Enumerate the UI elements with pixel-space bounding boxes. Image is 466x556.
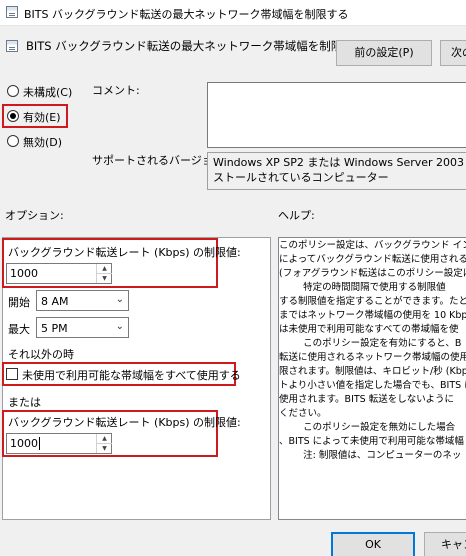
start-time-select[interactable]: 8 AM ⌄ [36, 290, 129, 311]
use-all-bandwidth-checkbox[interactable] [6, 368, 18, 380]
chevron-down-icon: ⌄ [115, 321, 124, 332]
spin-down-icon[interactable]: ▼ [97, 274, 112, 284]
spinner-arrows: ▲ ▼ [96, 264, 112, 284]
use-all-bandwidth-label: 未使用で利用可能な帯域幅をすべて使用する [22, 369, 241, 382]
spinner-arrows: ▲ ▼ [96, 434, 112, 454]
disabled-label: 無効(D) [23, 136, 63, 149]
window-title: BITS バックグラウンド転送の最大ネットワーク帯域幅を制限する [24, 8, 349, 21]
help-line: 注: 制限値は、コンピューターのネッ [279, 450, 462, 461]
help-line: このポリシー設定は、バックグラウンド インテリ [279, 240, 466, 251]
help-line: ください。 [279, 408, 327, 419]
help-line: 使用されます。BITS 転送をしないように [279, 394, 455, 405]
end-label: 最大 [8, 323, 30, 336]
help-line: する制限値を指定することができます。たとえ [279, 296, 466, 307]
spin-down-icon[interactable]: ▼ [97, 444, 112, 454]
start-label: 開始 [8, 296, 30, 309]
help-line: は未使用で利用可能なすべての帯域幅を使 [279, 324, 459, 335]
next-setting-button[interactable]: 次の [440, 40, 466, 66]
comment-label: コメント: [92, 84, 140, 97]
not-configured-radio[interactable] [7, 85, 19, 97]
policy-title: BITS バックグラウンド転送の最大ネットワーク帯域幅を制限する [26, 39, 366, 53]
help-line: 、BITS によって未使用で利用可能な帯域幅 [279, 436, 464, 447]
help-panel: このポリシー設定は、バックグラウンド インテリ によってバックグラウンド転送に使… [278, 237, 466, 520]
spin-up-icon[interactable]: ▲ [97, 264, 112, 274]
rate-limit-2-label: バックグラウンド転送レート (Kbps) の制限値: [8, 416, 241, 429]
previous-setting-button[interactable]: 前の設定(P) [336, 40, 432, 66]
supported-on-line: ストールされているコンピューター [213, 171, 389, 184]
start-time-value: 8 AM [41, 295, 69, 308]
cancel-button[interactable]: キャン [424, 532, 466, 556]
help-line: まではネットワーク帯域幅の使用を 10 Kbps [279, 310, 466, 321]
disabled-radio[interactable] [7, 135, 19, 147]
help-line: このポリシー設定を無効にした場合 [279, 422, 456, 433]
help-line: によってバックグラウンド転送に使用されるネット [279, 254, 466, 265]
help-line: 転送に使用されるネットワーク帯域幅の使用 [279, 352, 466, 363]
enabled-label: 有効(E) [23, 111, 61, 124]
enabled-radio[interactable] [7, 110, 19, 122]
rate-limit-2-spinner[interactable]: 1000 ▲ ▼ [6, 433, 112, 454]
supported-on-value: Windows XP SP2 または Windows Server 2003 S… [207, 152, 466, 190]
policy-icon [6, 6, 18, 18]
end-time-select[interactable]: 5 PM ⌄ [36, 317, 129, 338]
rate-limit-value: 1000 [10, 267, 38, 280]
end-time-value: 5 PM [41, 322, 68, 335]
title-bar: BITS バックグラウンド転送の最大ネットワーク帯域幅を制限する [0, 0, 466, 26]
policy-icon [6, 40, 18, 52]
spin-up-icon[interactable]: ▲ [97, 434, 112, 444]
help-line: 限されます。制限値は、キロビット/秒 (Kbps [279, 366, 466, 377]
otherwise-label: それ以外の時 [8, 348, 74, 361]
chevron-down-icon: ⌄ [115, 294, 124, 305]
not-configured-label: 未構成(C) [23, 86, 73, 99]
rate-limit-label: バックグラウンド転送レート (Kbps) の制限値: [8, 246, 241, 259]
ok-button[interactable]: OK [331, 532, 415, 556]
help-line: トより小さい値を指定した場合でも、BITS は [279, 380, 466, 391]
text-caret [39, 437, 40, 450]
options-label: オプション: [5, 209, 64, 222]
help-line: このポリシー設定を有効にすると、B [279, 338, 462, 349]
rate-limit-2-value: 1000 [10, 437, 38, 450]
help-line: 特定の時間間隔で使用する制限値 [279, 282, 446, 293]
rate-limit-spinner[interactable]: 1000 ▲ ▼ [6, 263, 112, 284]
help-line: (フォアグラウンド転送はこのポリシー設定に影 [279, 268, 466, 279]
supported-on-line: Windows XP SP2 または Windows Server 2003 S… [213, 156, 466, 169]
or-label: または [8, 396, 41, 409]
help-label: ヘルプ: [278, 209, 315, 222]
comment-field[interactable] [207, 82, 466, 148]
